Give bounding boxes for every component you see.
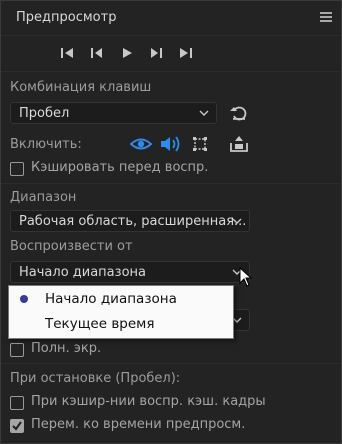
- play-from-label: Воспроизвести от: [10, 239, 133, 254]
- step-forward-icon[interactable]: [145, 45, 167, 61]
- move-time-checkbox[interactable]: [10, 419, 24, 433]
- move-time-label: Перем. ко времени предпросм.: [31, 417, 246, 432]
- selected-radio-icon: [20, 295, 28, 303]
- fullscreen-label: Полн. экр.: [31, 341, 102, 356]
- step-back-icon[interactable]: [87, 45, 109, 61]
- range-dropdown[interactable]: Рабочая область, расширенная...: [10, 210, 250, 232]
- divider: [1, 363, 341, 364]
- if-caching-label: При кэшир-нии воспр. кэш. кадры: [31, 394, 266, 409]
- cache-before-play-checkbox[interactable]: [10, 162, 24, 176]
- on-stop-label: При остановке (Пробел):: [10, 371, 181, 386]
- play-icon[interactable]: [116, 45, 138, 61]
- enable-label: Включить:: [10, 137, 82, 152]
- transport-controls: [1, 45, 341, 61]
- play-from-value: Начало диапазона: [19, 265, 146, 280]
- export-icon[interactable]: [229, 135, 249, 153]
- checkmark-icon: [12, 421, 22, 431]
- shortcut-dropdown[interactable]: Пробел: [10, 102, 217, 124]
- divider: [1, 35, 341, 36]
- range-value: Рабочая область, расширенная...: [19, 214, 247, 229]
- divider: [1, 71, 341, 72]
- skip-to-start-icon[interactable]: [57, 45, 79, 61]
- panel-menu-icon[interactable]: [320, 12, 332, 22]
- chevron-down-icon: [199, 110, 209, 116]
- audio-speaker-icon[interactable]: [159, 135, 181, 153]
- video-eye-icon[interactable]: [130, 136, 152, 152]
- cache-before-play-label: Кэшировать перед воспр.: [31, 160, 209, 175]
- play-from-menu: Начало диапазона Текущее время: [8, 285, 234, 339]
- range-label: Диапазон: [10, 190, 77, 205]
- skip-to-end-icon[interactable]: [175, 45, 197, 61]
- reset-shortcut-icon[interactable]: [229, 105, 249, 121]
- menu-item-current-time[interactable]: Текущее время: [45, 316, 154, 332]
- if-caching-checkbox[interactable]: [10, 396, 24, 410]
- preview-panel: Предпросмотр Комбинация клавиш Пробел Вк…: [0, 0, 342, 444]
- mouse-cursor-icon: [239, 267, 253, 287]
- play-from-dropdown[interactable]: Начало диапазона: [10, 261, 250, 283]
- shortcut-label: Комбинация клавиш: [10, 80, 152, 95]
- chevron-down-icon: [232, 218, 242, 224]
- shortcut-value: Пробел: [19, 106, 70, 121]
- fullscreen-checkbox[interactable]: [10, 343, 24, 357]
- menu-item-range-start[interactable]: Начало диапазона: [45, 291, 177, 307]
- panel-title: Предпросмотр: [16, 10, 117, 25]
- divider: [1, 183, 341, 184]
- overlays-frame-icon[interactable]: [191, 135, 209, 153]
